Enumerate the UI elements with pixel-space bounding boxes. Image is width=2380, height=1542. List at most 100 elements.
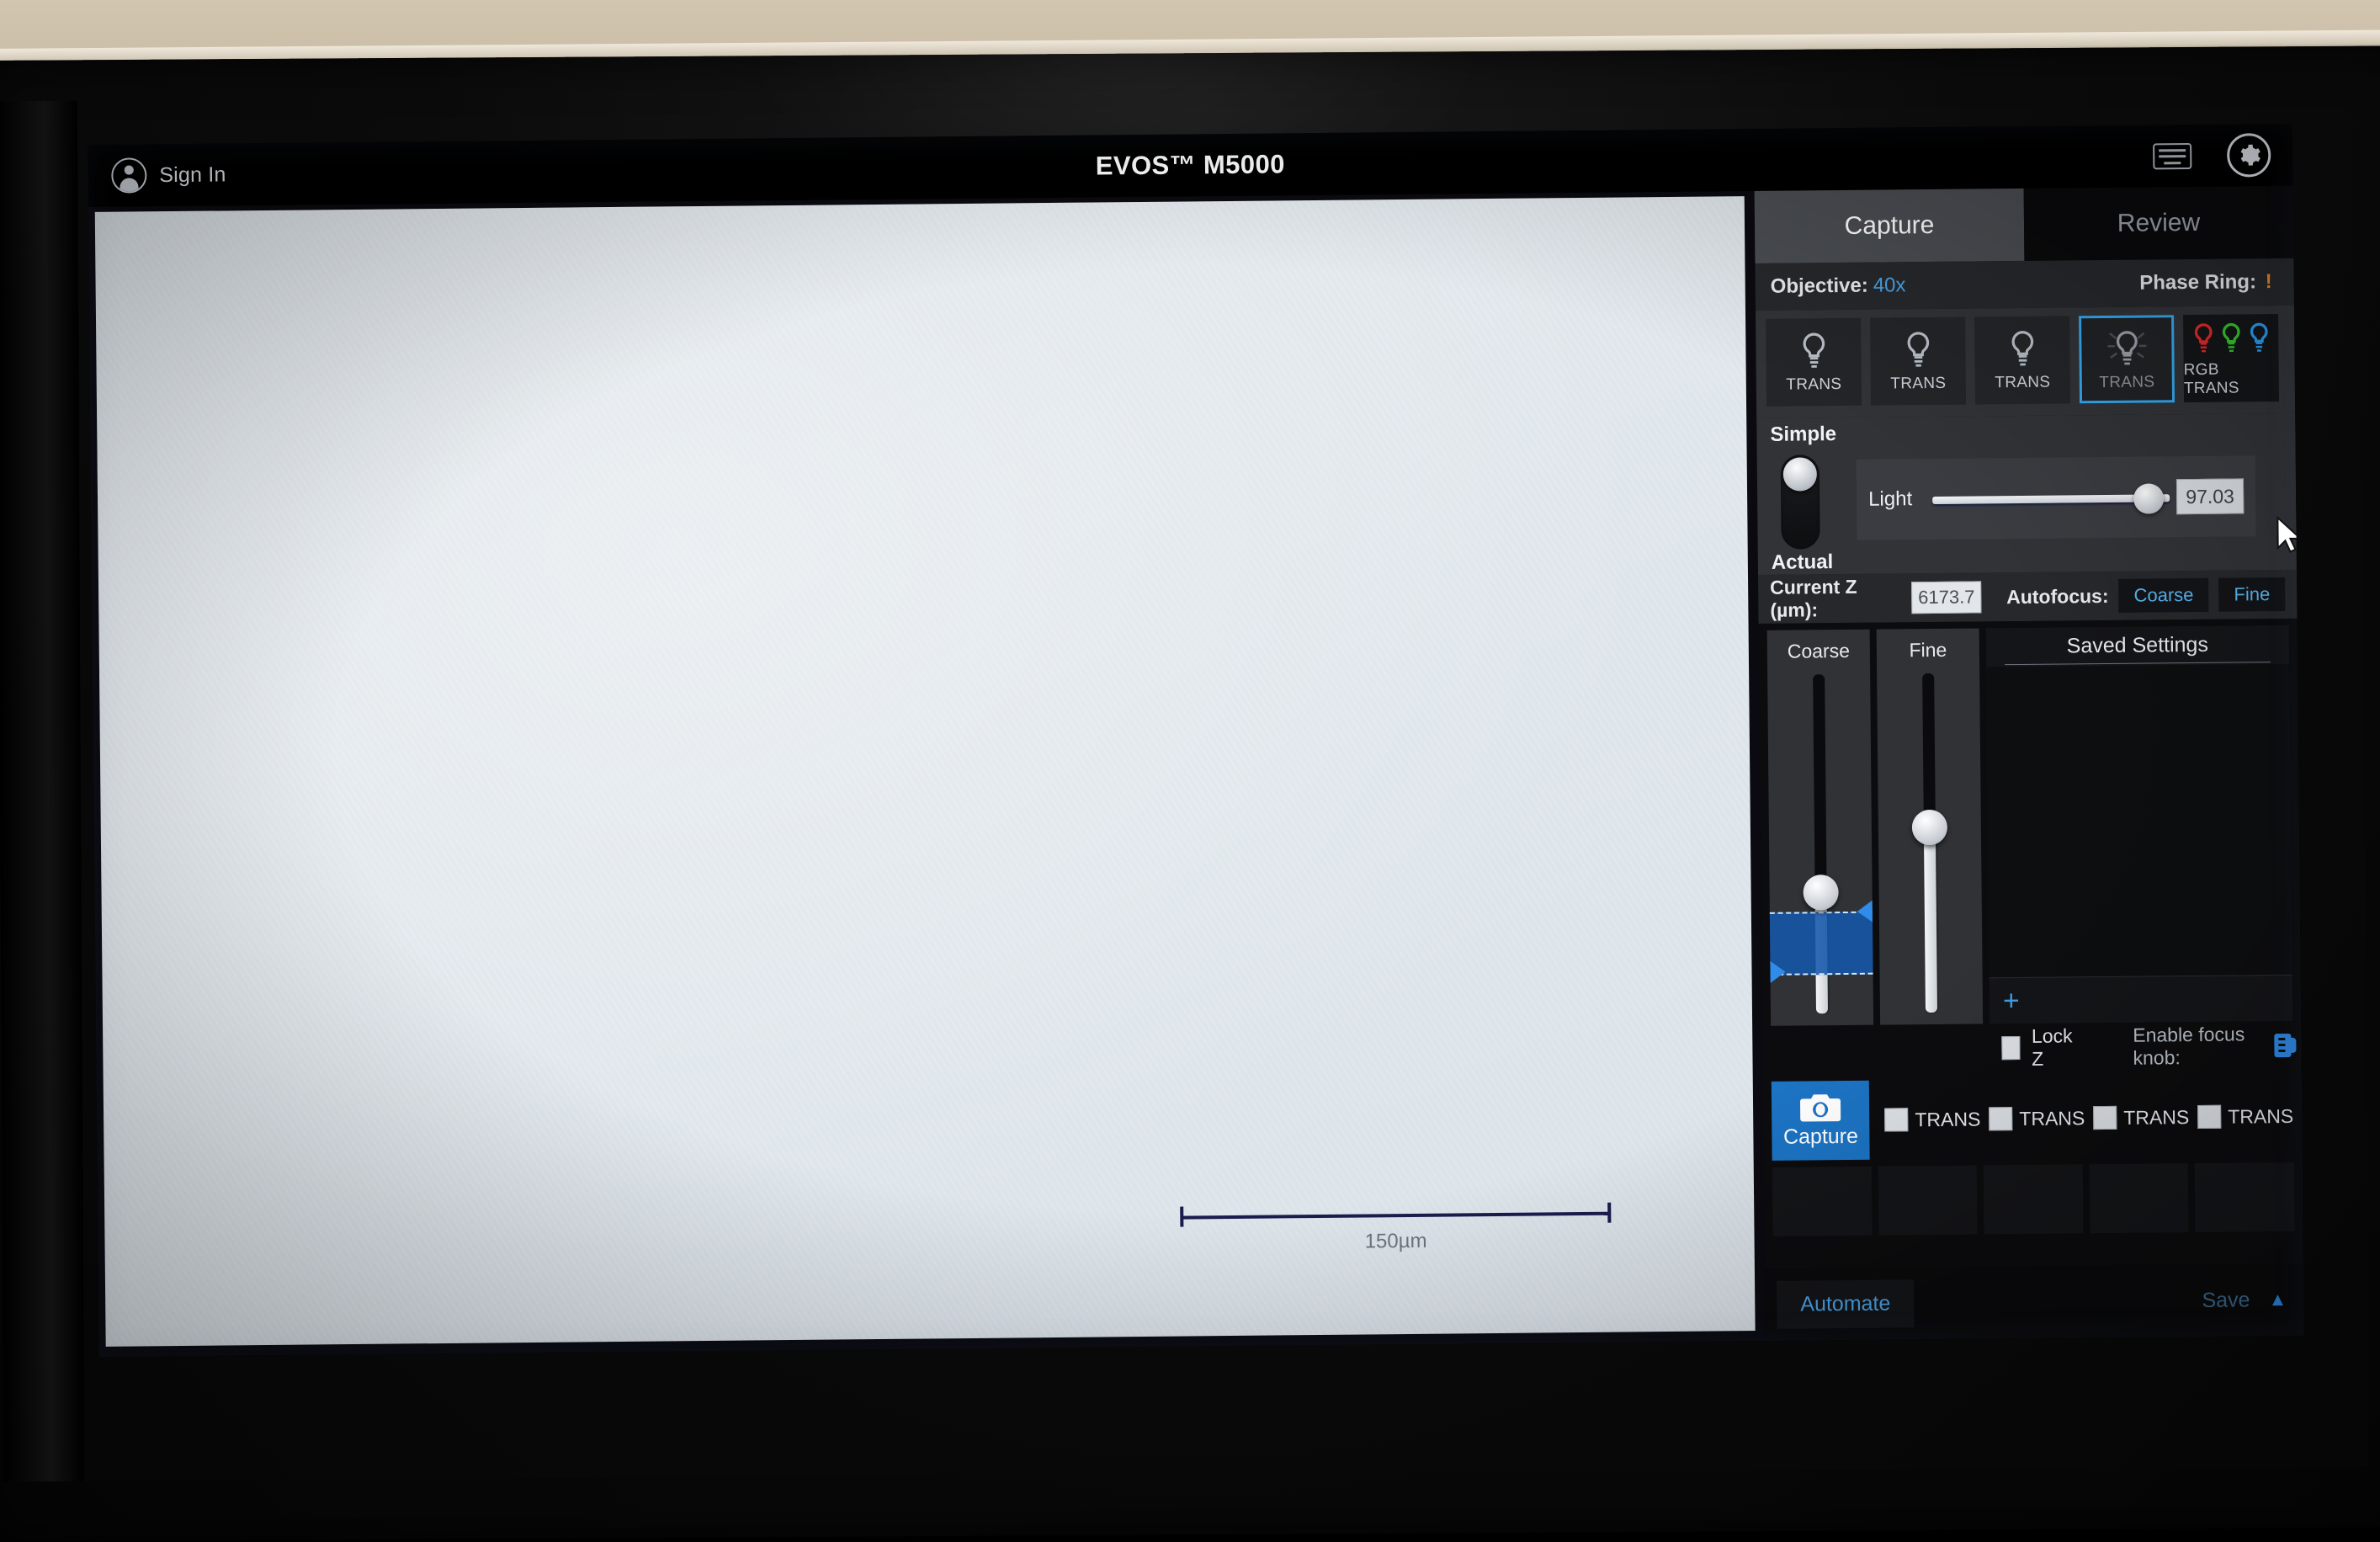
checkbox-box[interactable] [1989, 1107, 2012, 1130]
toggle-knob [1783, 457, 1817, 491]
capture-checkbox-trans-1[interactable]: TRANS [1884, 1107, 1980, 1131]
fine-focus-slider-box: Fine [1877, 628, 1984, 1024]
scale-bar-line [1182, 1212, 1609, 1220]
enable-focus-knob-label: Enable focus knob: [2133, 1023, 2258, 1069]
rgb-light-bulbs-icon [2191, 318, 2271, 356]
light-bulb-icon [2005, 328, 2039, 369]
light-slider-row: Light 97.03 [1857, 455, 2256, 540]
account-avatar-icon [111, 157, 146, 193]
scale-bar-label: 150µm [1177, 1228, 1614, 1256]
phase-ring-warning-icon[interactable]: ! [2266, 270, 2272, 293]
sign-in-label: Sign In [159, 162, 226, 188]
save-group: Save ▲ [2202, 1287, 2303, 1312]
thumbnail-strip [1764, 1156, 2303, 1236]
channel-button-trans-3[interactable]: TRANS [1974, 316, 2070, 404]
title-bar-actions [2153, 124, 2271, 187]
light-value-field[interactable]: 97.03 [2176, 478, 2244, 514]
status-row: Objective: 40x Phase Ring: ! [1755, 258, 2294, 311]
z-range-bottom-handle[interactable] [1770, 961, 1785, 983]
control-panel: Capture Review Objective: 40x Phase Ring… [1755, 186, 2304, 1341]
evos-application-screen: Sign In EVOS™ M5000 [88, 124, 2304, 1357]
autofocus-coarse-button[interactable]: Coarse [2118, 578, 2208, 613]
lock-z-row: Lock Z Enable focus knob: [1991, 1021, 2302, 1073]
channel-button-trans-4-selected[interactable]: TRANS [2079, 315, 2175, 403]
photo-background: Sign In EVOS™ M5000 [0, 0, 2380, 1472]
checkbox-label: TRANS [1915, 1108, 1980, 1131]
fine-slider[interactable] [1911, 673, 1948, 1013]
thumbnail-slot[interactable] [2090, 1163, 2189, 1233]
thumbnail-slot[interactable] [1878, 1166, 1977, 1236]
current-z-label: Current Z (µm): [1770, 575, 1902, 621]
channel-buttons: TRANS TRANS [1756, 306, 2295, 418]
thumbnail-slot[interactable] [1772, 1167, 1872, 1236]
capture-button-label: Capture [1783, 1124, 1858, 1149]
tab-review[interactable]: Review [2024, 186, 2294, 261]
fine-slider-label: Fine [1909, 639, 1947, 662]
lock-z-label: Lock Z [2032, 1024, 2076, 1070]
tab-capture[interactable]: Capture [1755, 189, 2025, 263]
channel-label: RGB TRANS [2184, 360, 2279, 398]
coarse-slider-thumb[interactable] [1803, 875, 1838, 910]
scale-bar-graphic [1177, 1203, 1614, 1227]
capture-checkbox-trans-4[interactable]: TRANS [2197, 1104, 2293, 1129]
channel-button-trans-1[interactable]: TRANS [1766, 318, 1862, 407]
fine-slider-thumb[interactable] [1912, 810, 1947, 845]
capture-channel-checkboxes: TRANS TRANS TRANS TRANS [1884, 1104, 2293, 1132]
capture-checkbox-trans-3[interactable]: TRANS [2093, 1105, 2189, 1130]
focus-knob-icon[interactable] [2275, 1034, 2292, 1057]
z-range-top-handle[interactable] [1857, 901, 1873, 923]
phase-ring-label: Phase Ring: [2139, 270, 2256, 294]
illumination-section: Simple Actual Light 97.03 [1756, 413, 2297, 575]
illumination-mode-toggle[interactable] [1781, 455, 1820, 549]
thumbnail-slot[interactable] [1984, 1164, 2083, 1234]
capture-row: Capture TRANS TRANS TRANS [1763, 1070, 2303, 1161]
scale-bar: 150µm [1177, 1203, 1615, 1256]
checkbox-box[interactable] [2197, 1105, 2221, 1129]
saved-settings-footer: + [1990, 975, 2293, 1024]
saved-settings-title: Saved Settings [1986, 625, 2289, 664]
image-viewport[interactable]: 150µm [88, 191, 1766, 1357]
save-expand-caret-icon[interactable]: ▲ [2268, 1289, 2287, 1311]
channel-label: TRANS [1995, 374, 2050, 393]
field-sheen [95, 196, 1756, 1347]
channel-button-trans-2[interactable]: TRANS [1870, 317, 1966, 406]
z-autofocus-row: Current Z (µm): 6173.7 Autofocus: Coarse… [1758, 570, 2298, 624]
light-slider[interactable] [1932, 480, 2170, 516]
lock-z-checkbox[interactable] [2001, 1036, 2020, 1060]
automate-button[interactable]: Automate [1777, 1279, 1915, 1329]
checkbox-label: TRANS [2228, 1104, 2293, 1128]
add-saved-setting-button[interactable]: + [1990, 986, 2033, 1015]
light-slider-thumb[interactable] [2133, 483, 2164, 513]
objective-value[interactable]: 40x [1873, 274, 1906, 297]
camera-icon [1798, 1093, 1842, 1123]
channel-button-rgb-trans[interactable]: RGB TRANS [2183, 314, 2279, 402]
checkbox-box[interactable] [2093, 1106, 2117, 1130]
keyboard-icon[interactable] [2153, 143, 2191, 169]
light-bulb-active-icon [2105, 327, 2149, 369]
saved-settings-panel: Saved Settings + [1986, 625, 2292, 1024]
sign-in-button[interactable]: Sign In [111, 157, 226, 193]
capture-button[interactable]: Capture [1772, 1081, 1870, 1161]
current-z-field[interactable]: 6173.7 [1911, 581, 1981, 614]
saved-settings-list[interactable] [1986, 664, 2292, 977]
fine-track-upper [1922, 673, 1936, 828]
thumbnail-slot[interactable] [2195, 1162, 2294, 1232]
autofocus-fine-button[interactable]: Fine [2218, 577, 2285, 612]
light-bulb-icon [1901, 329, 1935, 370]
phase-ring-group: Phase Ring: ! [2139, 270, 2272, 295]
coarse-focus-slider-box: Coarse [1767, 630, 1874, 1026]
save-button[interactable]: Save [2202, 1288, 2250, 1313]
checkbox-label: TRANS [2123, 1106, 2189, 1130]
channel-label: TRANS [1786, 375, 1841, 395]
panel-footer: Automate Save ▲ [1765, 1263, 2304, 1341]
scale-bar-cap-right [1607, 1203, 1611, 1223]
gear-icon[interactable] [2227, 133, 2271, 177]
coarse-slider[interactable] [1802, 674, 1839, 1013]
autofocus-label: Autofocus: [2006, 584, 2109, 608]
capture-checkbox-trans-2[interactable]: TRANS [1989, 1106, 2085, 1130]
checkbox-box[interactable] [1884, 1108, 1908, 1131]
channel-label: TRANS [1890, 375, 1946, 394]
app-title: EVOS™ M5000 [88, 140, 2292, 191]
illumination-mode-simple-label: Simple [1770, 418, 2282, 447]
coarse-slider-label: Coarse [1788, 640, 1850, 663]
